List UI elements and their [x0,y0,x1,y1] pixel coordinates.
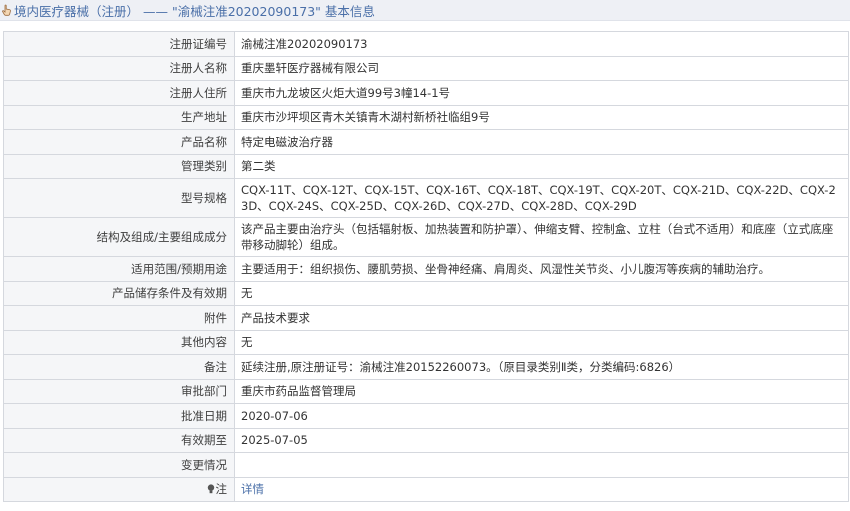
row-value-structure-composition: 该产品主要由治疗头（包括辐射板、加热装置和防护罩）、伸缩支臂、控制盒、立柱（台式… [234,217,849,257]
table-row: 注 详情 [3,476,849,502]
table-row: 结构及组成/主要组成成分 该产品主要由治疗头（包括辐射板、加热装置和防护罩）、伸… [3,217,849,257]
table-row: 注册人名称 重庆墨轩医疗器械有限公司 [3,55,849,81]
table-row: 其他内容 无 [3,329,849,355]
row-label-storage-validity: 产品储存条件及有效期 [3,280,235,306]
table-row: 注册人住所 重庆市九龙坡区火炬大道99号3幢14-1号 [3,80,849,106]
table-row: 有效期至 2025-07-05 [3,427,849,453]
row-value-approval-date: 2020-07-06 [234,403,849,429]
table-row: 变更情况 [3,452,849,478]
row-value-registration-number: 渝械注准20202090173 [234,31,849,57]
row-value-change-status [234,452,849,478]
row-label-registrant-address: 注册人住所 [3,80,235,106]
row-label-valid-until: 有效期至 [3,427,235,453]
table-row: 型号规格 CQX-11T、CQX-12T、CQX-15T、CQX-16T、CQX… [3,178,849,218]
row-value-remarks: 延续注册,原注册证号：渝械注准20152260073。（原目录类别Ⅱ类，分类编码… [234,354,849,380]
bulb-icon [207,482,215,494]
row-value-registrant-address: 重庆市九龙坡区火炬大道99号3幢14-1号 [234,80,849,106]
row-label-product-name: 产品名称 [3,129,235,155]
pointing-hand-icon [1,4,12,17]
row-label-registrant-name: 注册人名称 [3,55,235,81]
row-value-intended-use: 主要适用于：组织损伤、腰肌劳损、坐骨神经痛、肩周炎、风湿性关节炎、小儿腹泻等疾病… [234,256,849,282]
table-row: 适用范围/预期用途 主要适用于：组织损伤、腰肌劳损、坐骨神经痛、肩周炎、风湿性关… [3,256,849,282]
row-label-approval-department: 审批部门 [3,378,235,404]
row-value-other-content: 无 [234,329,849,355]
row-value-product-name: 特定电磁波治疗器 [234,129,849,155]
row-value-note: 详情 [234,476,849,502]
note-label-text: 注 [215,482,228,497]
row-label-note: 注 [3,476,235,502]
table-row: 批准日期 2020-07-06 [3,403,849,429]
page-title: 境内医疗器械（注册） —— "渝械注准20202090173" 基本信息 [14,3,375,19]
basic-info-table-container: 注册证编号 渝械注准20202090173 注册人名称 重庆墨轩医疗器械有限公司… [3,31,849,502]
row-label-production-address: 生产地址 [3,104,235,130]
basic-info-table: 注册证编号 渝械注准20202090173 注册人名称 重庆墨轩医疗器械有限公司… [3,31,849,502]
row-label-other-content: 其他内容 [3,329,235,355]
table-row: 生产地址 重庆市沙坪坝区青木关镇青木湖村新桥社临组9号 [3,104,849,130]
table-row: 附件 产品技术要求 [3,305,849,331]
table-row: 注册证编号 渝械注准20202090173 [3,31,849,57]
table-row: 管理类别 第二类 [3,153,849,179]
row-label-remarks: 备注 [3,354,235,380]
row-value-storage-validity: 无 [234,280,849,306]
table-row: 产品储存条件及有效期 无 [3,280,849,306]
row-label-approval-date: 批准日期 [3,403,235,429]
row-label-model-spec: 型号规格 [3,178,235,218]
row-value-management-category: 第二类 [234,153,849,179]
page-header: 境内医疗器械（注册） —— "渝械注准20202090173" 基本信息 [0,0,850,21]
row-label-management-category: 管理类别 [3,153,235,179]
table-row: 审批部门 重庆市药品监督管理局 [3,378,849,404]
row-value-model-spec: CQX-11T、CQX-12T、CQX-15T、CQX-16T、CQX-18T、… [234,178,849,218]
row-value-approval-department: 重庆市药品监督管理局 [234,378,849,404]
row-label-intended-use: 适用范围/预期用途 [3,256,235,282]
row-label-structure-composition: 结构及组成/主要组成成分 [3,217,235,257]
table-row: 备注 延续注册,原注册证号：渝械注准20152260073。（原目录类别Ⅱ类，分… [3,354,849,380]
table-row: 产品名称 特定电磁波治疗器 [3,129,849,155]
row-label-attachment: 附件 [3,305,235,331]
row-value-valid-until: 2025-07-05 [234,427,849,453]
row-value-attachment: 产品技术要求 [234,305,849,331]
row-label-change-status: 变更情况 [3,452,235,478]
detail-link[interactable]: 详情 [241,482,264,496]
row-label-registration-number: 注册证编号 [3,31,235,57]
row-value-production-address: 重庆市沙坪坝区青木关镇青木湖村新桥社临组9号 [234,104,849,130]
row-value-registrant-name: 重庆墨轩医疗器械有限公司 [234,55,849,81]
